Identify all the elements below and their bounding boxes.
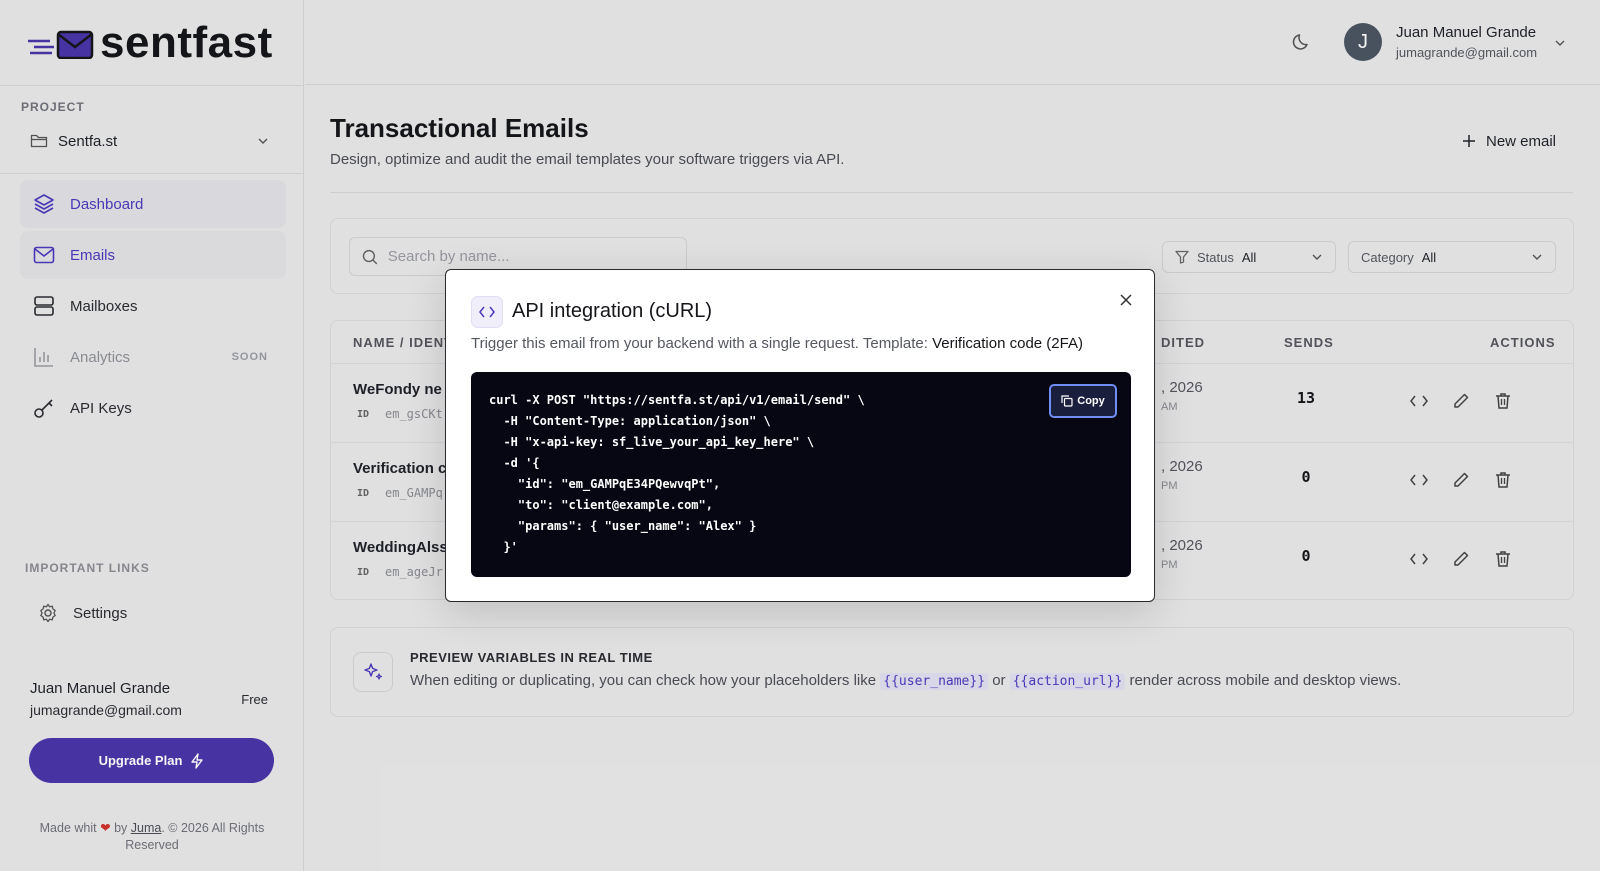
curl-code-block: curl -X POST "https://sentfa.st/api/v1/e…: [471, 372, 1131, 577]
modal-title: API integration (cURL): [512, 300, 713, 322]
copy-button[interactable]: Copy: [1049, 384, 1117, 418]
api-integration-modal: API integration (cURL) Trigger this emai…: [445, 269, 1155, 602]
app-root: sentfast PROJECT Sentfa.st Dashboard Ema…: [0, 0, 1600, 871]
curl-code: curl -X POST "https://sentfa.st/api/v1/e…: [489, 393, 865, 554]
modal-subtitle-text: Trigger this email from your backend wit…: [471, 335, 928, 352]
template-name: Verification code (2FA): [932, 335, 1083, 352]
close-icon[interactable]: [1114, 288, 1138, 312]
modal-subtitle: Trigger this email from your backend wit…: [471, 335, 1083, 352]
copy-icon: [1061, 395, 1073, 407]
copy-label: Copy: [1077, 394, 1105, 407]
code-icon: [471, 296, 503, 328]
